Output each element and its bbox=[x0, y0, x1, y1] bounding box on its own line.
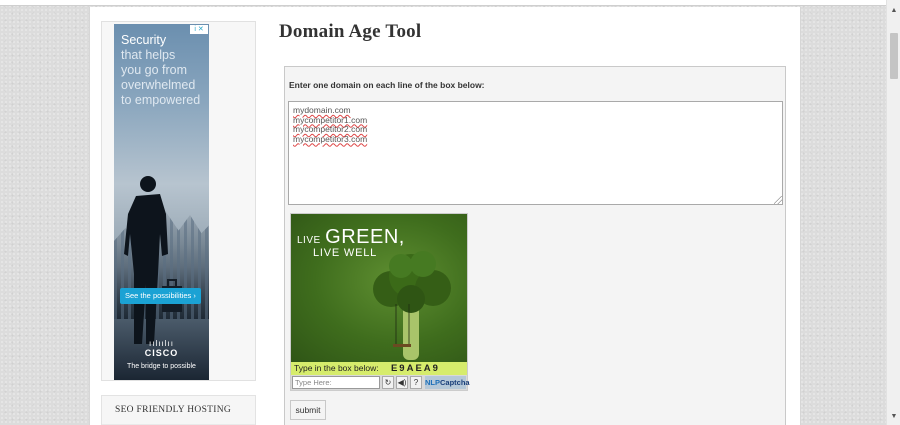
captcha-logo-text: Captcha bbox=[440, 378, 470, 387]
audio-icon[interactable]: ◀) bbox=[396, 376, 408, 389]
vertical-scrollbar[interactable]: ▲ ▼ bbox=[886, 0, 900, 425]
page-title: Domain Age Tool bbox=[279, 21, 422, 42]
captcha-prompt-text: Type in the box below: bbox=[294, 363, 379, 373]
seo-hosting-widget: SEO FRIENDLY HOSTING bbox=[101, 395, 256, 425]
refresh-icon[interactable]: ↻ bbox=[382, 376, 394, 389]
cisco-bars-icon: ıılıılıı bbox=[149, 339, 174, 348]
captcha-widget: LIVE GREEN, LIVE WELL Type in the box be… bbox=[290, 213, 470, 391]
scroll-thumb[interactable] bbox=[890, 33, 898, 79]
businessman-silhouette-image bbox=[124, 176, 182, 344]
ad-line: that helps bbox=[121, 48, 176, 62]
domains-textarea[interactable]: mydomain.com mycompetitor1.com mycompeti… bbox=[288, 101, 783, 205]
scroll-down-arrow-icon[interactable]: ▼ bbox=[887, 410, 900, 424]
cisco-ad-banner[interactable]: i ✕ Security that helps you go from over… bbox=[114, 24, 209, 380]
submit-button[interactable]: submit bbox=[290, 400, 326, 420]
ad-line: you go from bbox=[121, 63, 188, 77]
cisco-logo: ıılıılıı CISCO The bridge to possible bbox=[114, 340, 209, 372]
nlp-logo-text: NLP bbox=[425, 378, 440, 387]
ad-line: to empowered bbox=[121, 93, 201, 107]
instruction-label: Enter one domain on each line of the box… bbox=[289, 80, 485, 90]
scroll-up-arrow-icon[interactable]: ▲ bbox=[887, 4, 900, 18]
nlpcaptcha-logo[interactable]: NLPCaptcha bbox=[425, 376, 470, 389]
widget-title: SEO FRIENDLY HOSTING bbox=[115, 405, 232, 415]
page-container: i ✕ Security that helps you go from over… bbox=[89, 7, 801, 425]
captcha-ad-image: LIVE GREEN, LIVE WELL bbox=[291, 214, 467, 362]
help-icon[interactable]: ? bbox=[410, 376, 422, 389]
domain-line: mycompetitor3.com bbox=[293, 133, 368, 144]
ad-cta-button[interactable]: See the possibilities › bbox=[120, 288, 201, 304]
browser-top-edge bbox=[0, 0, 886, 6]
sidebar-ad-frame: i ✕ Security that helps you go from over… bbox=[101, 21, 256, 381]
ad-headline: Security that helps you go from overwhel… bbox=[121, 33, 207, 108]
captcha-input[interactable] bbox=[292, 376, 380, 389]
cisco-brand: CISCO bbox=[144, 348, 179, 358]
domain-age-form: Enter one domain on each line of the box… bbox=[284, 66, 786, 425]
ad-line: Security bbox=[121, 33, 167, 47]
textarea-resize-handle[interactable] bbox=[774, 196, 782, 204]
captcha-controls: ↻ ◀) ? NLPCaptcha bbox=[291, 375, 470, 390]
ad-line: overwhelmed bbox=[121, 78, 196, 92]
captcha-ad-live: LIVE bbox=[297, 235, 321, 246]
captcha-prompt: Type in the box below: E9AEA9 bbox=[291, 362, 467, 375]
broccoli-image bbox=[373, 251, 451, 360]
ad-tagline: The bridge to possible bbox=[127, 363, 196, 370]
captcha-code: E9AEA9 bbox=[390, 363, 440, 374]
